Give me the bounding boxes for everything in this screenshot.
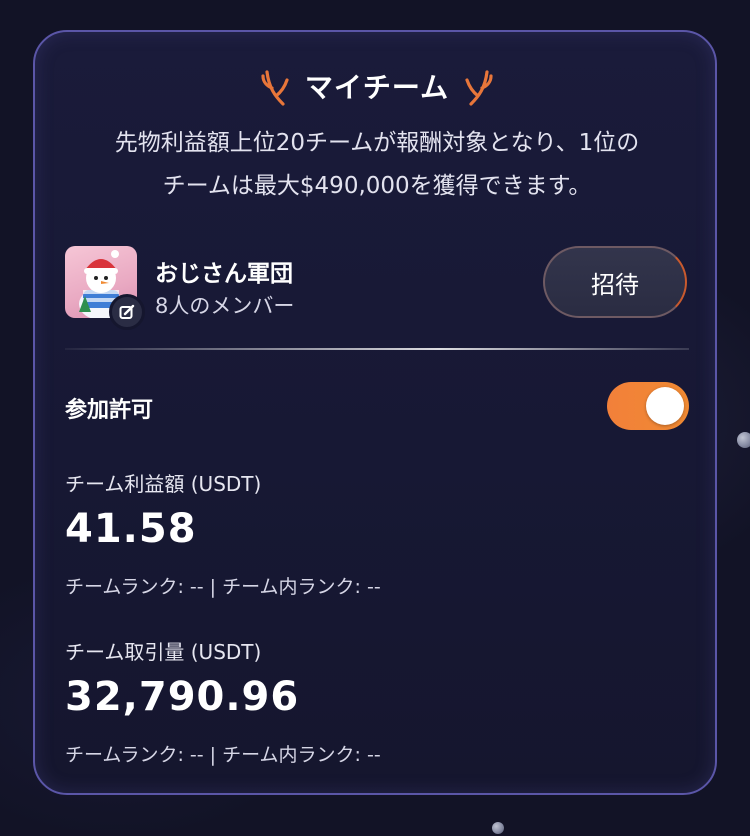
section-divider xyxy=(65,348,689,350)
team-volume-value: 32,790.96 xyxy=(65,674,300,720)
team-profit-label: チーム利益額 (USDT) xyxy=(65,472,262,496)
team-info-row: おじさん軍団 8人のメンバー 招待 xyxy=(65,246,689,330)
card-title: マイチーム xyxy=(304,71,450,104)
card-header: マイチーム xyxy=(35,64,719,108)
toggle-knob xyxy=(646,387,684,425)
antler-right-icon xyxy=(465,70,493,106)
snowball-decoration xyxy=(737,432,750,448)
team-volume-rank: チームランク: -- | チーム内ランク: -- xyxy=(65,744,381,766)
antler-left-icon xyxy=(261,70,289,106)
description-line: 先物利益額上位20チームが報酬対象となり、1位の xyxy=(114,130,640,156)
team-volume-label: チーム取引量 (USDT) xyxy=(65,640,262,664)
invite-button[interactable]: 招待 xyxy=(543,246,687,318)
team-profit-rank: チームランク: -- | チーム内ランク: -- xyxy=(65,576,381,598)
edit-avatar-button[interactable] xyxy=(109,294,145,330)
edit-icon xyxy=(119,304,135,319)
snowball-decoration xyxy=(492,822,504,834)
team-name: おじさん軍団 xyxy=(155,261,293,287)
member-count: 8人のメンバー xyxy=(155,294,295,318)
join-permission-label: 参加許可 xyxy=(65,398,154,423)
team-profit-value: 41.58 xyxy=(65,506,197,552)
my-team-card: マイチーム 先物利益額上位20チームが報酬対象となり、1位の チームは最大$49… xyxy=(33,30,717,795)
description-line: チームは最大$490,000を獲得できます。 xyxy=(162,173,592,199)
reward-description: 先物利益額上位20チームが報酬対象となり、1位の チームは最大$490,000を… xyxy=(59,122,695,208)
join-permission-toggle[interactable] xyxy=(607,382,689,430)
